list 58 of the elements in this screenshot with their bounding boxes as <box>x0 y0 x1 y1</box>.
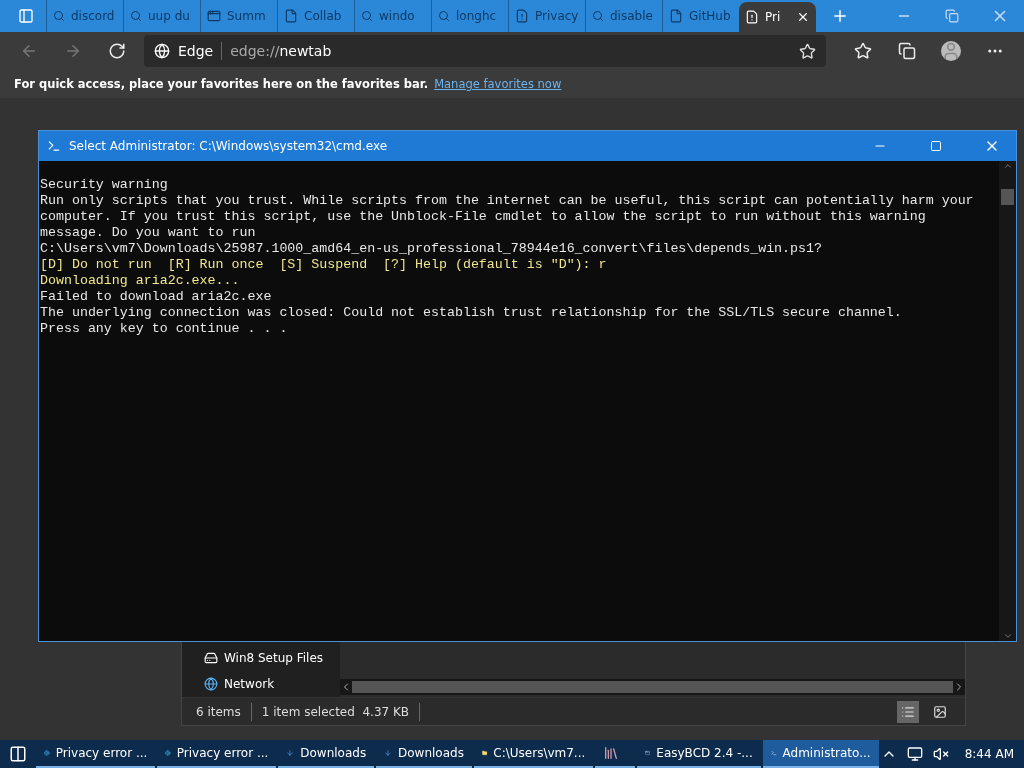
search-icon <box>53 10 65 22</box>
console-line: Downloading aria2c.exe... <box>40 273 241 289</box>
search-icon <box>438 10 450 22</box>
taskbar-item[interactable]: Administrato... <box>762 740 879 768</box>
console-line: message. Do you want to run <box>40 225 257 241</box>
muted-volume-icon[interactable] <box>932 746 949 762</box>
console-line: Failed to download aria2c.exe <box>40 289 273 305</box>
console-line: Press any key to continue . . . <box>40 321 289 337</box>
taskbar-item[interactable]: Downloads <box>376 740 472 768</box>
books-icon <box>603 745 620 761</box>
console-line: The underlying connection was closed: Could not establish trust relationship for the SSL/TLS secure channel. <box>40 305 903 321</box>
list-icon <box>901 704 915 719</box>
browser-tab[interactable]: Pri <box>739 2 816 32</box>
taskbar-item[interactable]: EasyBCD 2.4 -... <box>637 740 761 768</box>
console-line: Security warning <box>40 177 169 193</box>
image-icon <box>933 704 947 719</box>
nav-item[interactable]: Win8 Setup Files <box>182 645 340 671</box>
page-error-icon <box>515 9 529 23</box>
scroll-thumb[interactable] <box>352 681 953 693</box>
close-icon[interactable] <box>796 10 810 24</box>
scroll-up-icon[interactable] <box>1002 161 1013 171</box>
item-count: 6 items <box>196 704 241 719</box>
address-bar[interactable]: Edge edge://newtab <box>144 35 826 67</box>
console-line: computer. If you trust this script, use the Unblock-File cmdlet to allow the script to run without this warning <box>40 209 927 225</box>
vertical-scrollbar[interactable] <box>999 161 1016 641</box>
browser-logo-icon <box>154 43 170 59</box>
document-icon <box>669 9 683 23</box>
taskbar-item[interactable]: Privacy error ... <box>36 740 156 768</box>
details-view-button[interactable] <box>897 700 919 723</box>
taskbar-item[interactable]: Downloads <box>278 740 375 768</box>
nav-item[interactable]: Network <box>182 671 340 697</box>
horizontal-scrollbar[interactable] <box>340 679 965 695</box>
scroll-thumb[interactable] <box>1001 189 1014 205</box>
search-icon <box>130 10 142 22</box>
favorites-hint: For quick access, place your favorites here on the favorites bar. <box>14 77 429 91</box>
console-line: C:\Users\vm7\Downloads\25987.1000_amd64_en-us_professional_78944e16_convert\files\depends_win.ps1? <box>40 241 823 257</box>
search-icon <box>361 10 373 22</box>
network-icon <box>204 677 218 691</box>
manage-favorites-link[interactable]: Manage favorites now <box>434 77 562 91</box>
search-icon <box>592 10 604 22</box>
window-title: Select Administrator: C:\Windows\system32\cmd.exe <box>69 139 389 153</box>
address-url: edge://newtab <box>230 43 332 59</box>
taskbar-item[interactable]: Privacy error ... <box>157 740 277 768</box>
app-icon <box>207 9 221 23</box>
network-icon[interactable] <box>906 746 923 762</box>
drive-icon <box>204 651 218 665</box>
add-favorite-icon[interactable] <box>799 42 816 60</box>
site-name: Edge <box>178 43 214 59</box>
clock[interactable]: 8:44 AM <box>964 747 1014 761</box>
selection-info: 1 item selected 4.37 KB <box>261 704 410 719</box>
console-icon <box>47 139 61 153</box>
console-line: Run only scripts that you trust. While scripts from the internet can be useful, this script can potentially harm your <box>40 193 975 209</box>
scroll-down-icon[interactable] <box>1002 631 1013 641</box>
windows-logo-icon <box>9 745 28 763</box>
console-line: [D] Do not run [R] Run once [S] Suspend [?] Help (default is "D"): r <box>40 257 608 273</box>
taskbar-item[interactable]: C:\Users\vm7... <box>473 740 594 768</box>
document-icon <box>284 9 298 23</box>
page-error-icon <box>745 10 759 24</box>
